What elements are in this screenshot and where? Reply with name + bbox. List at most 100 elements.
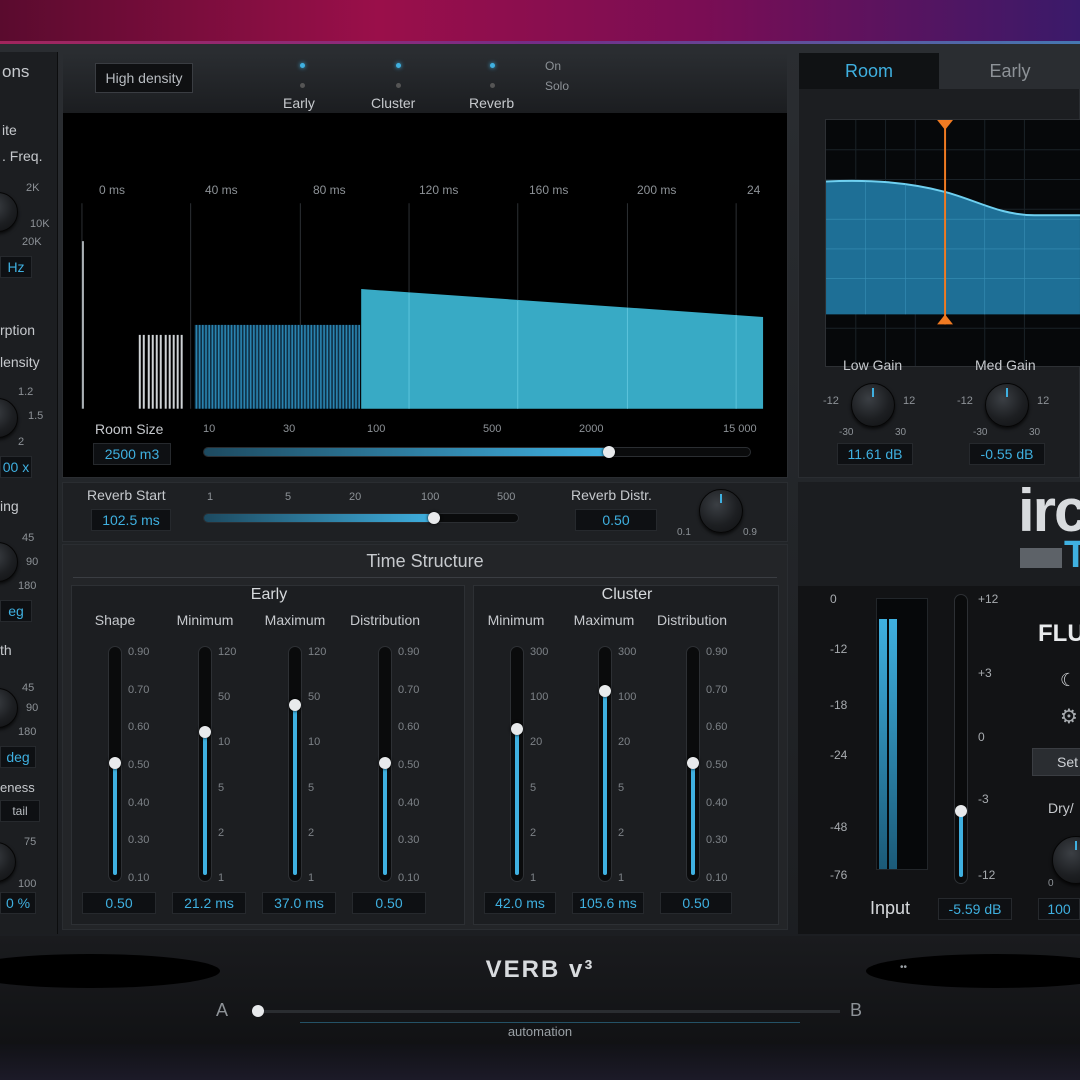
time-structure-fader[interactable] — [598, 646, 612, 882]
meter-scale-label: 0 — [830, 592, 837, 606]
fader-thumb[interactable] — [289, 698, 301, 711]
input-gain-thumb[interactable] — [955, 804, 967, 817]
fader-thumb[interactable] — [511, 723, 523, 736]
room-tick: 2000 — [579, 423, 604, 435]
time-structure-fader[interactable] — [108, 646, 122, 882]
product-title: VERB v³ — [485, 956, 595, 983]
fader-thumb[interactable] — [199, 725, 211, 738]
low-gain-max: 12 — [903, 395, 916, 407]
early-reflection-mark — [326, 324, 329, 409]
liveness-value[interactable]: 0 % — [0, 892, 36, 914]
meter-scale-label: -12 — [830, 642, 848, 656]
early-reflection-mark — [304, 324, 306, 409]
time-structure-fader[interactable] — [686, 646, 700, 882]
morph-slider[interactable] — [252, 1010, 840, 1013]
reverb-distr-knob[interactable] — [699, 489, 743, 533]
input-value[interactable]: -5.59 dB — [938, 898, 1012, 920]
early-reflection-mark — [230, 324, 233, 409]
fader-value[interactable]: 0.50 — [82, 892, 156, 914]
high-density-button[interactable]: High density — [95, 63, 193, 93]
settings-button[interactable]: Set — [1032, 748, 1080, 776]
fader-tick: 50 — [308, 691, 321, 704]
time-structure-fader[interactable] — [510, 646, 524, 882]
reverb-distr-value[interactable]: 0.50 — [575, 509, 657, 531]
density-value[interactable]: 00 x — [0, 456, 32, 478]
fader-value[interactable]: 37.0 ms — [262, 892, 336, 914]
room-size-value[interactable]: 2500 m3 — [93, 443, 171, 465]
fader-value[interactable]: 0.50 — [352, 892, 426, 914]
fader-tick: 300 — [618, 646, 637, 658]
early-on-led[interactable] — [300, 63, 305, 68]
fader-value[interactable]: 0.50 — [660, 892, 732, 914]
early-reflection-mark — [243, 324, 246, 409]
preset-a-button[interactable]: A — [216, 1000, 228, 1021]
width-knob[interactable] — [0, 688, 18, 728]
spread-knob[interactable] — [0, 542, 18, 582]
reverb-start-thumb[interactable] — [427, 512, 440, 524]
mode-value[interactable]: tail — [0, 800, 40, 822]
reverb-start-value[interactable]: 102.5 ms — [91, 509, 171, 531]
frequency-value[interactable]: Hz — [0, 256, 32, 278]
gain-scale-label: -3 — [978, 792, 989, 806]
early-solo-led[interactable] — [300, 83, 305, 88]
early-reflection-mark — [355, 324, 357, 409]
med-gain-knob[interactable] — [985, 383, 1029, 427]
tick-label: 75 — [24, 836, 37, 848]
param-label: rption — [0, 322, 36, 338]
tab-room[interactable]: Room — [799, 53, 939, 89]
dry-wet-value[interactable]: 100 — [1038, 898, 1080, 920]
fader-tick: 0.30 — [128, 834, 150, 847]
tick-label: 20K — [22, 236, 42, 248]
fader-value[interactable]: 42.0 ms — [484, 892, 556, 914]
reverb-start-tick: 1 — [207, 491, 214, 503]
fader-tick: 10 — [308, 736, 321, 749]
low-gain-value[interactable]: 11.61 dB — [837, 443, 913, 465]
fader-thumb[interactable] — [109, 757, 121, 769]
fader-thumb[interactable] — [599, 685, 611, 698]
cluster-solo-led[interactable] — [396, 83, 401, 88]
room-size-slider[interactable] — [203, 447, 751, 457]
reverb-start-tick: 100 — [421, 491, 440, 503]
fader-tick: 0.40 — [706, 796, 728, 809]
eq-panel: Room Early Low Gain -12 12 -30 30 11.61 … — [798, 52, 1080, 478]
low-gain-knob[interactable] — [851, 383, 895, 427]
morph-slider-thumb[interactable] — [252, 1005, 264, 1017]
meter-scale-label: -18 — [830, 698, 848, 712]
fader-fill — [691, 763, 695, 875]
early-reflection-mark — [237, 324, 239, 409]
width-value[interactable]: deg — [0, 746, 36, 768]
early-reflection-mark — [288, 324, 290, 409]
fader-value[interactable]: 21.2 ms — [172, 892, 246, 914]
gain-scale-label: 0 — [978, 730, 985, 744]
med-gain-value[interactable]: -0.55 dB — [969, 443, 1045, 465]
time-structure-fader[interactable] — [378, 646, 392, 882]
early-reflection-mark — [291, 324, 293, 409]
reverb-distr-label: Reverb Distr. — [571, 487, 652, 503]
fader-thumb[interactable] — [687, 757, 699, 769]
reverb-on-led[interactable] — [490, 63, 495, 68]
night-mode-icon[interactable]: ☾ — [1060, 670, 1076, 691]
gear-icon[interactable]: ⚙ — [1060, 704, 1078, 729]
cluster-on-led[interactable] — [396, 63, 401, 68]
dry-wet-knob[interactable] — [1052, 836, 1080, 884]
reverb-start-slider[interactable] — [203, 513, 519, 523]
low-gain-range-max: 30 — [895, 427, 907, 438]
spread-value[interactable]: eg — [0, 600, 32, 622]
preset-b-button[interactable]: B — [850, 1000, 862, 1021]
frequency-knob[interactable] — [0, 192, 18, 232]
fader-tick: 2 — [218, 826, 225, 839]
tab-early[interactable]: Early — [939, 53, 1080, 89]
reverb-solo-led[interactable] — [490, 83, 495, 88]
time-structure-fader[interactable] — [288, 646, 302, 882]
time-label: 24 — [747, 183, 761, 197]
liveness-knob[interactable] — [0, 842, 16, 882]
fader-tick: 120 — [218, 646, 237, 658]
fader-value[interactable]: 105.6 ms — [572, 892, 644, 914]
density-knob[interactable] — [0, 398, 18, 438]
input-meter — [876, 598, 928, 870]
time-structure-fader[interactable] — [198, 646, 212, 882]
fader-thumb[interactable] — [379, 757, 391, 769]
input-gain-fader[interactable] — [954, 594, 968, 884]
low-gain-range-min: -30 — [839, 427, 854, 438]
room-size-thumb[interactable] — [602, 446, 615, 458]
